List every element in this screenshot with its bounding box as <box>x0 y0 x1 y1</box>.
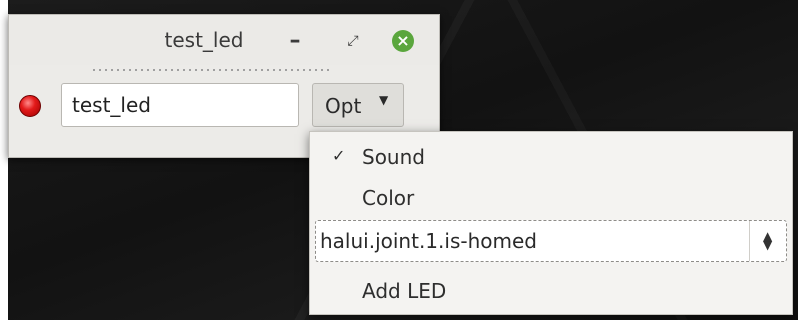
menu-item-sound[interactable]: ✓ Sound <box>310 139 792 175</box>
screen-edge <box>0 0 8 320</box>
options-button[interactable]: Opt ▼ <box>312 83 404 127</box>
minimize-button[interactable]: – <box>281 27 309 55</box>
minimize-icon: – <box>289 28 301 53</box>
signal-select[interactable]: halui.joint.1.is-homed ▲ ▼ <box>315 220 787 262</box>
options-button-label: Opt <box>325 94 362 118</box>
window-titlebar[interactable]: test_led – ⤢ × <box>9 15 439 65</box>
close-button[interactable]: × <box>389 27 417 55</box>
spinner-arrows-icon[interactable]: ▲ ▼ <box>749 221 786 261</box>
restore-button[interactable]: ⤢ <box>339 27 367 55</box>
menu-item-label: Sound <box>362 145 425 169</box>
restore-icon: ⤢ <box>347 33 359 49</box>
signal-select-value: halui.joint.1.is-homed <box>320 229 537 253</box>
checkmark-icon: ✓ <box>332 146 346 165</box>
dropdown-arrow-icon: ▼ <box>379 93 389 107</box>
menu-item-add-led[interactable]: Add LED <box>310 273 792 309</box>
options-menu: ✓ Sound Color halui.joint.1.is-homed ▲ ▼… <box>309 131 793 315</box>
menu-item-color[interactable]: Color <box>310 180 792 216</box>
toolbar-grip-handle[interactable] <box>91 67 331 73</box>
led-name-input[interactable] <box>61 83 299 127</box>
led-indicator-icon <box>19 95 41 117</box>
chevron-down-icon: ▼ <box>763 238 773 252</box>
menu-item-label: Add LED <box>362 279 447 303</box>
close-icon: × <box>392 30 414 52</box>
menu-item-label: Color <box>362 186 415 210</box>
